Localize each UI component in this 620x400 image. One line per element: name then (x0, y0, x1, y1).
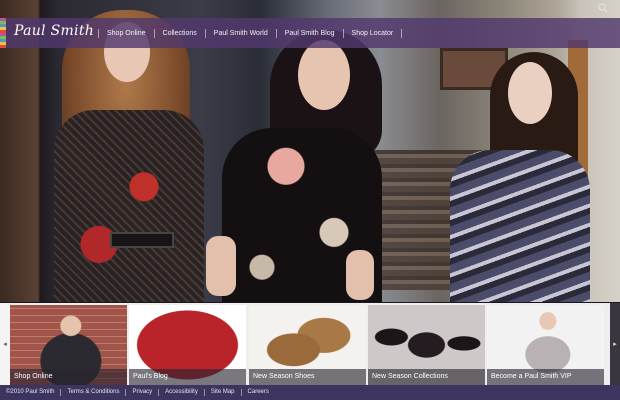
model-center-face (298, 40, 350, 110)
promo-tile-blog[interactable]: Paul's Blog (129, 305, 246, 385)
chevron-left-icon[interactable]: ◂ (0, 303, 10, 385)
model-left-dress (54, 110, 204, 302)
model-left-belt (110, 232, 174, 248)
promo-caption: Paul's Blog (129, 369, 246, 385)
promo-caption: Shop Online (10, 369, 127, 385)
footer-link-careers[interactable]: Careers (240, 389, 275, 396)
footer-link-terms[interactable]: Terms & Conditions (60, 389, 125, 396)
brand-stripe-icon (0, 18, 6, 48)
promo-tile-vip[interactable]: Become a Paul Smith VIP (487, 305, 604, 385)
model-center-arm-right (346, 250, 374, 300)
footer-link-privacy[interactable]: Privacy (125, 389, 158, 396)
nav-item-paul-smith-blog[interactable]: Paul Smith Blog (275, 28, 343, 38)
model-right-face (508, 62, 552, 124)
nav-item-collections[interactable]: Collections (153, 28, 205, 38)
promo-caption: Become a Paul Smith VIP (487, 369, 604, 385)
chevron-right-icon[interactable]: ▸ (610, 303, 620, 385)
footer-link-site-map[interactable]: Site Map (203, 389, 241, 396)
nav-divider (401, 28, 403, 38)
footer-copyright: ©2010 Paul Smith (6, 389, 55, 395)
promo-caption: New Season Shoes (249, 369, 366, 385)
top-nav-bar: Paul Smith Shop Online Collections Paul … (0, 18, 620, 48)
promo-tile-shoes[interactable]: New Season Shoes (249, 305, 366, 385)
model-right-sweater (450, 150, 590, 302)
main-nav: Shop Online Collections Paul Smith World… (98, 18, 403, 48)
model-center-arm (206, 236, 236, 296)
promo-tile-shop-online[interactable]: Shop Online (10, 305, 127, 385)
footer-bar: ©2010 Paul Smith Terms & Conditions Priv… (0, 385, 620, 400)
promo-caption: New Season Collections (368, 369, 485, 385)
brand-logo[interactable]: Paul Smith (14, 23, 94, 39)
nav-item-shop-locator[interactable]: Shop Locator (342, 28, 402, 38)
search-icon[interactable] (598, 3, 608, 13)
promo-strip: ◂ Shop Online Paul's Blog New Season Sho… (0, 303, 620, 385)
promo-tile-collections[interactable]: New Season Collections (368, 305, 485, 385)
footer-link-accessibility[interactable]: Accessibility (158, 389, 204, 396)
nav-item-shop-online[interactable]: Shop Online (98, 28, 154, 38)
nav-item-paul-smith-world[interactable]: Paul Smith World (204, 28, 276, 38)
